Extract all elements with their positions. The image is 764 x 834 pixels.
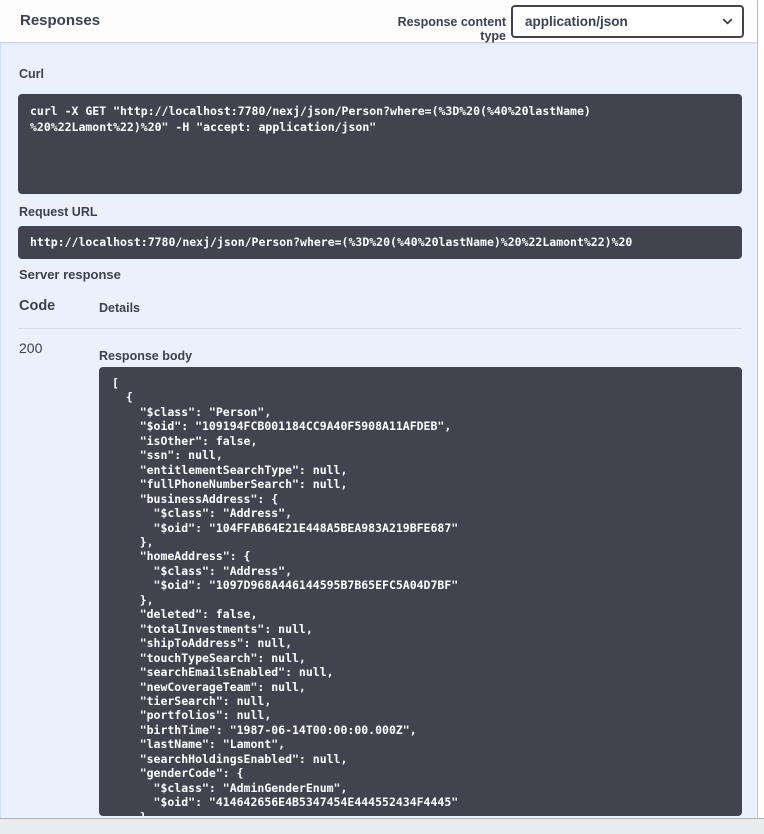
response-content-type-label: Response content type xyxy=(371,15,506,43)
page-title: Responses xyxy=(20,12,100,29)
table-header-divider xyxy=(18,328,742,329)
curl-command-text: curl -X GET "http://localhost:7780/nexj/… xyxy=(18,94,742,145)
details-column-header: Details xyxy=(99,301,140,315)
request-url-block: http://localhost:7780/nexj/json/Person?w… xyxy=(18,226,742,259)
server-response-label: Server response xyxy=(19,267,121,282)
response-content-type-select[interactable]: application/json xyxy=(511,5,744,38)
responses-header: Responses Response content type applicat… xyxy=(0,0,757,42)
response-body-block[interactable]: [ { "$class": "Person", "$oid": "109194F… xyxy=(99,367,742,816)
next-section-strip xyxy=(0,818,764,834)
response-body-text: [ { "$class": "Person", "$oid": "109194F… xyxy=(99,367,742,816)
responses-section: Responses Response content type applicat… xyxy=(0,0,764,834)
request-url-label: Request URL xyxy=(19,205,97,219)
status-code: 200 xyxy=(19,340,42,356)
curl-command-block[interactable]: curl -X GET "http://localhost:7780/nexj/… xyxy=(18,94,742,194)
response-content-type-select-wrap: application/json xyxy=(511,5,744,38)
code-column-header: Code xyxy=(19,298,55,314)
curl-label: Curl xyxy=(19,67,44,81)
response-body-label: Response body xyxy=(99,349,192,363)
request-url-text: http://localhost:7780/nexj/json/Person?w… xyxy=(18,226,742,259)
